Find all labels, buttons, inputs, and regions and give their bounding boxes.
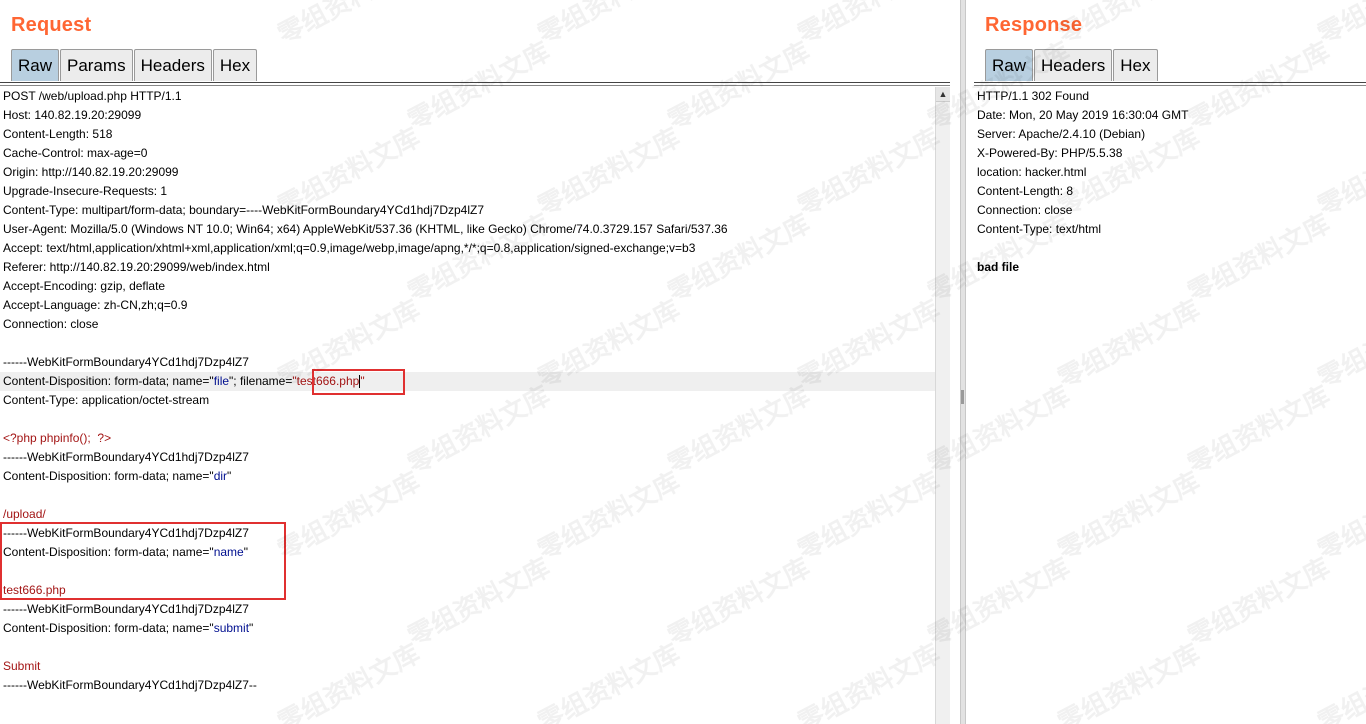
request-line: Accept: text/html,application/xhtml+xml,… (3, 241, 696, 255)
tab-raw[interactable]: Raw (985, 49, 1034, 81)
request-line: ------WebKitFormBoundary4YCd1hdj7Dzp4lZ7 (3, 602, 249, 616)
response-line: Server: Apache/2.4.10 (Debian) (977, 127, 1146, 141)
request-line: Content-Disposition: form-data; name="su… (3, 621, 254, 635)
request-line (0, 562, 936, 581)
request-line: Content-Disposition: form-data; name="na… (3, 545, 248, 559)
request-panel: Request Raw Params Headers Hex POST /web… (0, 0, 950, 724)
request-scrollbar[interactable]: ▲ (935, 87, 950, 724)
request-line: ------WebKitFormBoundary4YCd1hdj7Dzp4lZ7 (3, 355, 249, 369)
request-line: Submit (3, 659, 41, 673)
request-tabs: Raw Params Headers Hex (11, 49, 258, 82)
tab-headers[interactable]: Headers (133, 49, 212, 81)
request-line: Content-Type: multipart/form-data; bound… (3, 203, 484, 217)
response-line: Content-Type: text/html (977, 222, 1102, 236)
tab-hex[interactable]: Hex (212, 49, 258, 81)
request-line: User-Agent: Mozilla/5.0 (Windows NT 10.0… (3, 222, 728, 236)
request-line: POST /web/upload.php HTTP/1.1 (3, 89, 182, 103)
response-editor[interactable]: HTTP/1.1 302 Found Date: Mon, 20 May 201… (974, 87, 1366, 724)
request-line: Origin: http://140.82.19.20:29099 (3, 165, 179, 179)
splitter-grip-icon[interactable] (961, 390, 964, 404)
tab-divider (0, 82, 950, 86)
request-line (0, 638, 936, 657)
tab-divider (974, 82, 1366, 86)
request-line: Content-Type: application/octet-stream (3, 393, 210, 407)
request-line: /upload/ (3, 507, 46, 521)
response-line: Connection: close (977, 203, 1073, 217)
request-line: <?php phpinfo(); ?> (3, 431, 112, 445)
response-line: Date: Mon, 20 May 2019 16:30:04 GMT (977, 108, 1189, 122)
response-line: HTTP/1.1 302 Found (977, 89, 1090, 103)
response-tabs: Raw Headers Hex (985, 49, 1159, 82)
response-line: X-Powered-By: PHP/5.5.38 (977, 146, 1123, 160)
request-line: test666.php (3, 583, 66, 597)
tab-headers[interactable]: Headers (1034, 49, 1113, 81)
response-line: Content-Length: 8 (977, 184, 1074, 198)
request-line: Accept-Language: zh-CN,zh;q=0.9 (3, 298, 188, 312)
request-line: Host: 140.82.19.20:29099 (3, 108, 142, 122)
request-editor[interactable]: POST /web/upload.php HTTP/1.1 Host: 140.… (0, 87, 936, 724)
request-line: ------WebKitFormBoundary4YCd1hdj7Dzp4lZ7 (3, 450, 249, 464)
request-line: ------WebKitFormBoundary4YCd1hdj7Dzp4lZ7 (3, 526, 249, 540)
request-title: Request (11, 14, 92, 36)
tab-raw[interactable]: Raw (11, 49, 60, 81)
request-line: Cache-Control: max-age=0 (3, 146, 148, 160)
request-line-current: Content-Disposition: form-data; name="fi… (0, 372, 936, 391)
response-panel: Response Raw Headers Hex HTTP/1.1 302 Fo… (974, 0, 1366, 724)
request-line: Connection: close (3, 317, 99, 331)
tab-hex[interactable]: Hex (1113, 49, 1158, 81)
response-line (974, 239, 1366, 258)
response-line: location: hacker.html (977, 165, 1087, 179)
request-line: Content-Length: 518 (3, 127, 113, 141)
request-line (0, 334, 936, 353)
response-title: Response (985, 14, 1083, 36)
tab-params[interactable]: Params (60, 49, 133, 81)
response-body: bad file (977, 260, 1020, 274)
request-line: Upgrade-Insecure-Requests: 1 (3, 184, 168, 198)
scroll-up-arrow-icon[interactable]: ▲ (936, 87, 950, 102)
request-line: Accept-Encoding: gzip, deflate (3, 279, 166, 293)
request-line (0, 410, 936, 429)
request-line: Referer: http://140.82.19.20:29099/web/i… (3, 260, 270, 274)
request-line (0, 486, 936, 505)
request-line: ------WebKitFormBoundary4YCd1hdj7Dzp4lZ7… (3, 678, 257, 692)
panel-splitter[interactable] (960, 0, 966, 724)
request-line: Content-Disposition: form-data; name="di… (3, 469, 232, 483)
